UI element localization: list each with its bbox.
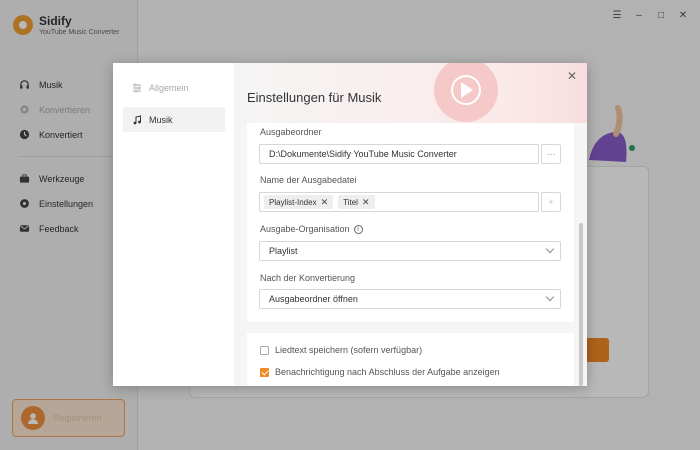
- settings-content: Einstellungen für Musik ✕ Ausgabeordner …: [234, 63, 587, 386]
- tab-label: Musik: [149, 114, 173, 125]
- checkbox-label: Benachrichtigung nach Abschluss der Aufg…: [275, 367, 500, 377]
- add-filename-tag-button[interactable]: +: [541, 192, 561, 212]
- after-conversion-label: Nach der Konvertierung: [260, 273, 356, 283]
- options-panel: Liedtext speichern (sofern verfügbar) Be…: [247, 333, 574, 386]
- scrollbar[interactable]: [579, 223, 583, 386]
- filename-tag: Playlist-Index ✕: [264, 195, 334, 209]
- after-conversion-select[interactable]: Ausgabeordner öffnen: [259, 289, 561, 309]
- tab-musik[interactable]: Musik: [123, 107, 225, 132]
- tag-label: Playlist-Index: [269, 197, 317, 207]
- chevron-down-icon: [545, 244, 555, 254]
- browse-folder-button[interactable]: ···: [541, 144, 561, 164]
- notification-option[interactable]: Benachrichtigung nach Abschluss der Aufg…: [260, 367, 500, 377]
- output-organisation-select[interactable]: Playlist: [259, 241, 561, 261]
- tab-label: Allgemein: [149, 82, 189, 93]
- info-icon[interactable]: i: [353, 224, 363, 234]
- output-folder-input[interactable]: D:\Dokumente\Sidify YouTube Music Conver…: [259, 144, 539, 164]
- music-note-icon: [131, 114, 143, 126]
- music-settings-panel: Ausgabeordner D:\Dokumente\Sidify YouTub…: [247, 123, 574, 322]
- select-value: Playlist: [269, 246, 298, 256]
- select-value: Ausgabeordner öffnen: [269, 294, 358, 304]
- tab-allgemein[interactable]: Allgemein: [123, 75, 225, 100]
- tag-label: Titel: [343, 197, 358, 207]
- output-organisation-label-text: Ausgabe-Organisation: [260, 224, 350, 234]
- sliders-icon: [131, 82, 143, 94]
- output-filename-label: Name der Ausgabedatei: [260, 175, 357, 185]
- chevron-down-icon: [545, 292, 555, 302]
- output-folder-label: Ausgabeordner: [260, 127, 322, 137]
- dialog-title: Einstellungen für Musik: [247, 90, 382, 105]
- settings-dialog: Allgemein Musik Einstellungen für Musik …: [113, 63, 587, 386]
- play-icon: [461, 82, 473, 98]
- filename-tag: Titel ✕: [338, 195, 375, 209]
- output-organisation-label: Ausgabe-Organisation i: [260, 224, 363, 234]
- notification-checkbox[interactable]: [260, 367, 269, 377]
- close-icon[interactable]: ✕: [566, 69, 578, 83]
- settings-tabs: Allgemein Musik: [113, 63, 234, 386]
- checkbox-label: Liedtext speichern (sofern verfügbar): [275, 345, 423, 355]
- save-lyrics-checkbox[interactable]: [260, 345, 269, 355]
- output-filename-input[interactable]: Playlist-Index ✕ Titel ✕: [259, 192, 539, 212]
- remove-tag-icon[interactable]: ✕: [362, 197, 370, 208]
- save-lyrics-option[interactable]: Liedtext speichern (sofern verfügbar): [260, 345, 422, 355]
- remove-tag-icon[interactable]: ✕: [321, 197, 329, 208]
